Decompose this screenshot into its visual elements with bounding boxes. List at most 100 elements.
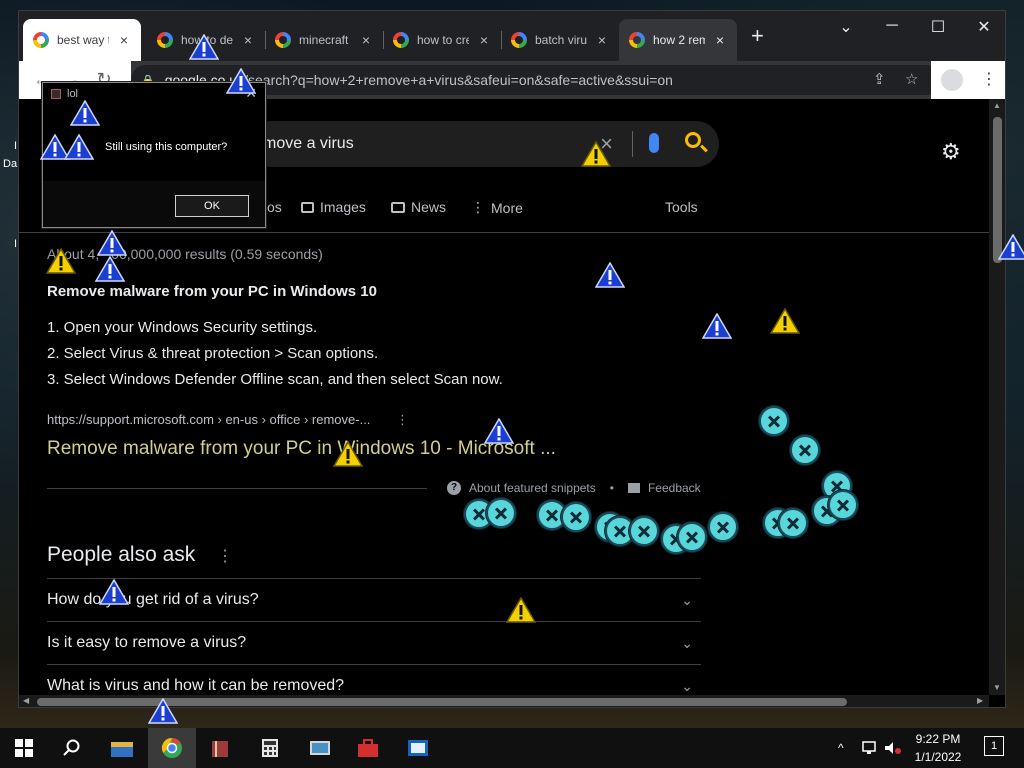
warning-icon (333, 441, 363, 467)
paa-question-text: How do you get rid of a virus? (47, 591, 259, 608)
tab-label: os (267, 199, 282, 215)
chevron-down-icon: ⌄ (681, 635, 693, 651)
error-icon (828, 490, 858, 520)
search-icon[interactable] (685, 132, 701, 148)
taskbar-books[interactable] (196, 728, 244, 768)
paa-question-text: What is virus and how it can be removed? (47, 677, 345, 694)
more-vert-icon[interactable]: ⋮ (217, 548, 233, 565)
tab-title: batch viru (535, 33, 587, 47)
tools-button[interactable]: Tools (665, 199, 698, 215)
paa-question-text: Is it easy to remove a virus? (47, 634, 247, 651)
taskbar-calculator[interactable] (246, 728, 294, 768)
close-icon[interactable]: × (359, 32, 373, 48)
taskbar-toolbox[interactable] (344, 728, 392, 768)
taskbar-chrome[interactable] (148, 728, 196, 768)
info-warning-icon (702, 313, 732, 339)
warning-icon (770, 308, 800, 334)
scroll-up-icon[interactable]: ▲ (993, 101, 1001, 110)
error-icon (778, 508, 808, 538)
tab-shopping[interactable]: os (267, 199, 282, 215)
minimize-button[interactable]: ─ (877, 17, 907, 35)
error-icon (708, 512, 738, 542)
info-warning-icon (70, 100, 100, 126)
vertical-scrollbar[interactable]: ▲ ▼ (989, 99, 1005, 695)
desktop-icon-label[interactable]: Da (3, 158, 17, 170)
system-clock[interactable]: 9:22 PM 1/1/2022 (906, 730, 970, 766)
maximize-button[interactable]: ☐ (923, 17, 953, 37)
close-window-button[interactable]: ✕ (969, 17, 999, 37)
error-icon (790, 435, 820, 465)
volume-muted-icon[interactable] (884, 728, 902, 768)
scroll-right-icon[interactable]: ▶ (977, 696, 983, 705)
divider (47, 488, 427, 489)
bookmark-star-icon[interactable]: ☆ (905, 70, 918, 88)
tray-overflow-icon[interactable]: ^ (838, 728, 844, 768)
scroll-down-icon[interactable]: ▼ (993, 683, 1001, 692)
share-icon[interactable]: ⇪ (873, 70, 886, 88)
avatar[interactable] (941, 69, 963, 91)
browser-menu-icon[interactable]: ⋮ (981, 69, 997, 89)
start-button[interactable] (0, 728, 48, 768)
browser-tab-active[interactable]: how 2 rem × (619, 19, 737, 61)
paa-question[interactable]: What is virus and how it can be removed?… (47, 664, 701, 695)
settings-gear-icon[interactable]: ⚙ (941, 139, 961, 165)
paa-question[interactable]: Is it easy to remove a virus? ⌄ (47, 621, 701, 664)
browser-tab[interactable]: batch viru × (501, 19, 619, 61)
google-icon (393, 32, 409, 48)
browser-tab[interactable]: how to cre × (383, 19, 501, 61)
tab-news[interactable]: News (391, 199, 446, 215)
browser-tab[interactable]: minecraft × (265, 19, 383, 61)
divider (19, 232, 989, 233)
result-stats: About 4, 00,000,000 results (0.59 seconds… (47, 246, 323, 262)
taskbar-file-explorer[interactable] (98, 728, 146, 768)
close-icon[interactable]: × (241, 32, 255, 48)
notification-center-button[interactable]: 1 (984, 736, 1004, 756)
result-url[interactable]: https://support.microsoft.com › en-us › … (47, 412, 409, 428)
chevron-down-icon: ⌄ (681, 678, 693, 694)
separator-dot: • (609, 481, 614, 495)
new-tab-button[interactable]: + (751, 25, 764, 47)
books-icon (212, 741, 228, 757)
about-snippets-link[interactable]: ? About featured snippets (447, 481, 596, 495)
tab-search-icon[interactable]: ⌄ (831, 17, 861, 37)
search-icon (63, 739, 80, 756)
scroll-left-icon[interactable]: ◀ (23, 696, 29, 705)
start-icon (15, 739, 33, 757)
taskbar-news-app[interactable] (394, 728, 442, 768)
info-warning-icon (595, 262, 625, 288)
taskbar-search-button[interactable] (48, 728, 96, 768)
browser-tab[interactable]: best way t × (23, 19, 141, 61)
info-warning-icon (998, 234, 1024, 260)
info-warning-icon (64, 134, 94, 160)
feedback-link[interactable]: Feedback (627, 481, 701, 495)
paa-question[interactable]: How do you get rid of a virus? ⌄ (47, 578, 701, 621)
result-link[interactable]: Remove malware from your PC in Windows 1… (47, 438, 556, 460)
clock-date: 1/1/2022 (914, 750, 962, 764)
search-query: move a virus (263, 135, 354, 152)
result-menu-icon[interactable]: ⋮ (396, 412, 409, 427)
taskbar-control-panel[interactable] (296, 728, 344, 768)
error-icon (629, 516, 659, 546)
list-item: 3. Select Windows Defender Offline scan,… (47, 371, 503, 388)
close-icon[interactable]: × (117, 32, 131, 48)
ok-button[interactable]: OK (175, 195, 249, 217)
desktop-icon-label[interactable]: I (14, 238, 17, 250)
close-icon[interactable]: × (595, 32, 609, 48)
close-icon[interactable]: × (713, 32, 727, 48)
error-icon (486, 498, 516, 528)
more-vert-icon: ⋮ (471, 199, 485, 215)
dialog-title: lol (67, 88, 79, 100)
info-warning-icon (95, 256, 125, 282)
google-icon (275, 32, 291, 48)
tab-more[interactable]: ⋮ More (471, 199, 523, 216)
tab-images[interactable]: Images (301, 199, 366, 215)
network-icon[interactable] (862, 728, 880, 768)
info-warning-icon (148, 698, 178, 724)
search-input[interactable]: move a virus × (249, 121, 719, 167)
list-item: 1. Open your Windows Security settings. (47, 319, 318, 336)
tab-title: best way t (57, 33, 109, 47)
close-icon[interactable]: × (477, 32, 491, 48)
desktop-icon-label[interactable]: I (14, 140, 17, 152)
tab-title: how to cre (417, 33, 469, 47)
microphone-icon[interactable] (649, 133, 659, 153)
